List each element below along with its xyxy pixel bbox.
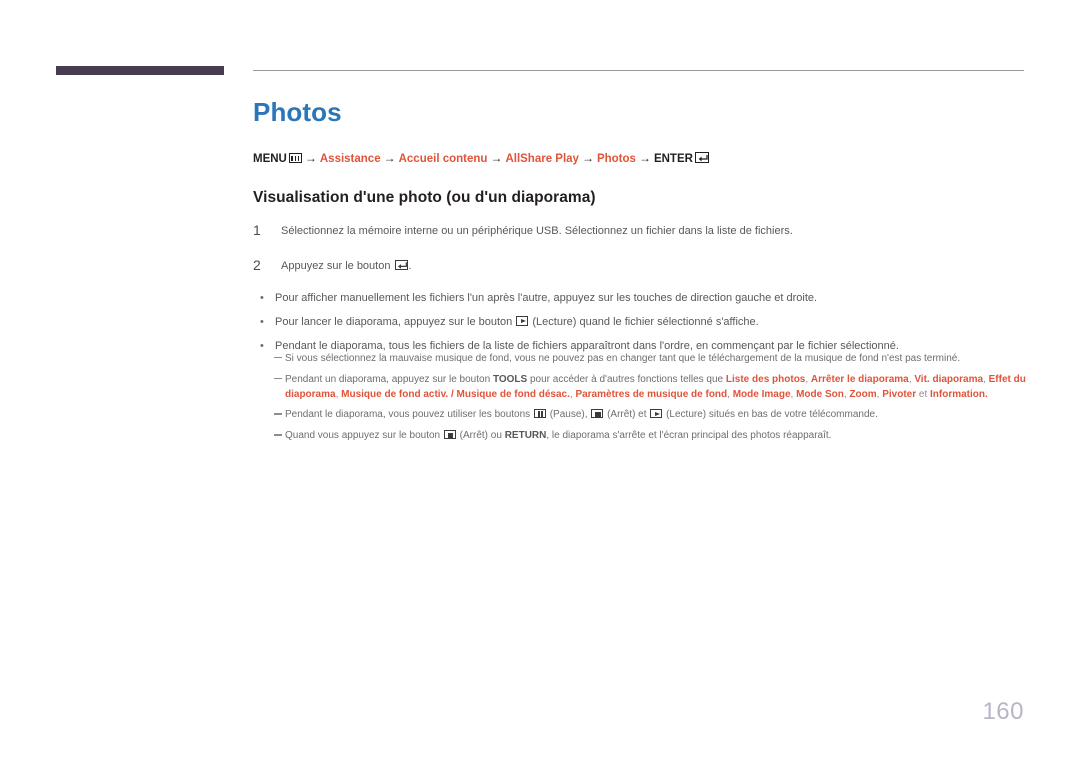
stop-button-icon: [443, 429, 456, 440]
tools-option: Arrêter le diaporama: [810, 373, 909, 385]
note-bold-return: RETURN: [504, 430, 547, 442]
menu-box-icon: [288, 153, 302, 163]
step-text: Appuyez sur le bouton .: [281, 257, 412, 274]
breadcrumb-menu-label: MENU: [253, 153, 287, 165]
note-text-2: (Arrêt) ou: [456, 430, 505, 442]
breadcrumb-arrow: →: [490, 151, 503, 165]
bullet-marker: •: [260, 315, 264, 328]
breadcrumb-enter-label: ENTER: [653, 153, 693, 165]
pause-button-icon: [533, 408, 546, 419]
page-title: Photos: [253, 97, 342, 127]
note-item: Quand vous appuyez sur le bouton (Arrêt)…: [274, 429, 1034, 444]
breadcrumb-arrow: →: [383, 151, 396, 165]
list-item: • Pour lancer le diaporama, appuyez sur …: [257, 315, 1047, 330]
breadcrumb: MENU → Assistance → Accueil contenu → AllShare…: [253, 151, 709, 167]
note-text-3: (Arrêt) et: [604, 409, 650, 421]
breadcrumb-arrow: →: [581, 151, 594, 165]
note-dash-marker: [274, 408, 285, 415]
page-number: 160: [982, 698, 1024, 725]
note-text-2: pour accéder à d'autres fonctions telles…: [527, 373, 726, 385]
steps-list: 1 Sélectionnez la mémoire interne ou un …: [253, 222, 1033, 292]
note-item: Pendant un diaporama, appuyez sur le bou…: [274, 373, 1034, 403]
bullet-text: Pour afficher manuellement les fichiers …: [275, 292, 818, 304]
tools-option: Vit. diaporama: [914, 373, 984, 385]
note-text-3: , le diaporama s'arrête et l'écran princ…: [546, 430, 832, 442]
breadcrumb-item-photos[interactable]: Photos: [597, 153, 636, 165]
note-text-4: (Lecture) situés en bas de votre télécom…: [663, 409, 878, 421]
list-item: • Pour afficher manuellement les fichier…: [257, 291, 1047, 306]
note-dash-marker: [274, 429, 285, 436]
step-text-before: Appuyez sur le bouton: [281, 259, 394, 272]
bullet-text-before: Pour lancer le diaporama, appuyez sur le…: [275, 315, 516, 328]
section-heading: Visualisation d'une photo (ou d'un diapo…: [253, 189, 596, 206]
step-text-after: .: [408, 259, 412, 272]
tools-option: Liste des photos: [725, 373, 806, 385]
tools-option: Mode Son: [796, 388, 844, 400]
breadcrumb-arrow: →: [304, 151, 317, 165]
note-terminator: .: [985, 388, 988, 400]
notes-list: Si vous sélectionnez la mauvaise musique…: [274, 352, 1034, 450]
note-text-2: (Pause),: [546, 409, 591, 421]
header-rule: [253, 70, 1024, 71]
tools-option: Paramètres de musique de fond: [575, 388, 728, 400]
enter-key-icon: [394, 259, 408, 270]
note-dash-marker: [274, 373, 285, 380]
step-number: 1: [253, 222, 261, 238]
tools-option: Pivoter: [882, 388, 917, 400]
note-dash-marker: [274, 352, 285, 359]
manual-page: Photos MENU → Assistance → Accueil contenu → A…: [0, 0, 1080, 763]
breadcrumb-item-accueil-contenu[interactable]: Accueil contenu: [399, 153, 488, 165]
enter-key-icon: [694, 152, 709, 163]
step-number: 2: [253, 256, 261, 273]
note-bold-tools: TOOLS: [492, 373, 528, 385]
step-item: 2 Appuyez sur le bouton .: [253, 257, 1033, 274]
breadcrumb-item-allshare-play[interactable]: AllShare Play: [505, 153, 579, 165]
step-text: Sélectionnez la mémoire interne ou un pé…: [281, 225, 793, 237]
note-text: Pendant un diaporama, appuyez sur le bou…: [285, 373, 1026, 400]
tools-option: Musique de fond activ. / Musique de fond…: [341, 388, 570, 400]
note-text: Quand vous appuyez sur le bouton (Arrêt)…: [285, 429, 831, 444]
step-item: 1 Sélectionnez la mémoire interne ou un …: [253, 222, 1033, 239]
bullet-marker: •: [260, 339, 264, 352]
note-conjunction: et: [916, 388, 931, 400]
breadcrumb-item-assistance[interactable]: Assistance: [320, 153, 381, 165]
note-text-1: Quand vous appuyez sur le bouton: [285, 430, 443, 442]
tools-option: Information: [930, 388, 986, 400]
bullet-marker: •: [260, 292, 264, 304]
play-button-icon: [516, 316, 529, 326]
note-text: Pendant le diaporama, vous pouvez utilis…: [285, 408, 878, 423]
note-text-1: Pendant un diaporama, appuyez sur le bou…: [285, 373, 493, 385]
note-item: Si vous sélectionnez la mauvaise musique…: [274, 352, 1034, 367]
tools-option: Zoom: [849, 388, 877, 400]
bullet-text: Pour lancer le diaporama, appuyez sur le…: [275, 315, 759, 330]
note-item: Pendant le diaporama, vous pouvez utilis…: [274, 408, 1034, 423]
tools-option: Mode Image: [732, 388, 791, 400]
breadcrumb-arrow: →: [638, 151, 651, 165]
note-text: Si vous sélectionnez la mauvaise musique…: [285, 353, 961, 364]
note-text-1: Pendant le diaporama, vous pouvez utilis…: [285, 409, 533, 421]
play-button-icon: [650, 408, 663, 419]
stop-button-icon: [591, 408, 604, 419]
header-accent-bar: [56, 66, 224, 75]
bullet-text-after: (Lecture) quand le fichier sélectionné s…: [529, 315, 759, 328]
